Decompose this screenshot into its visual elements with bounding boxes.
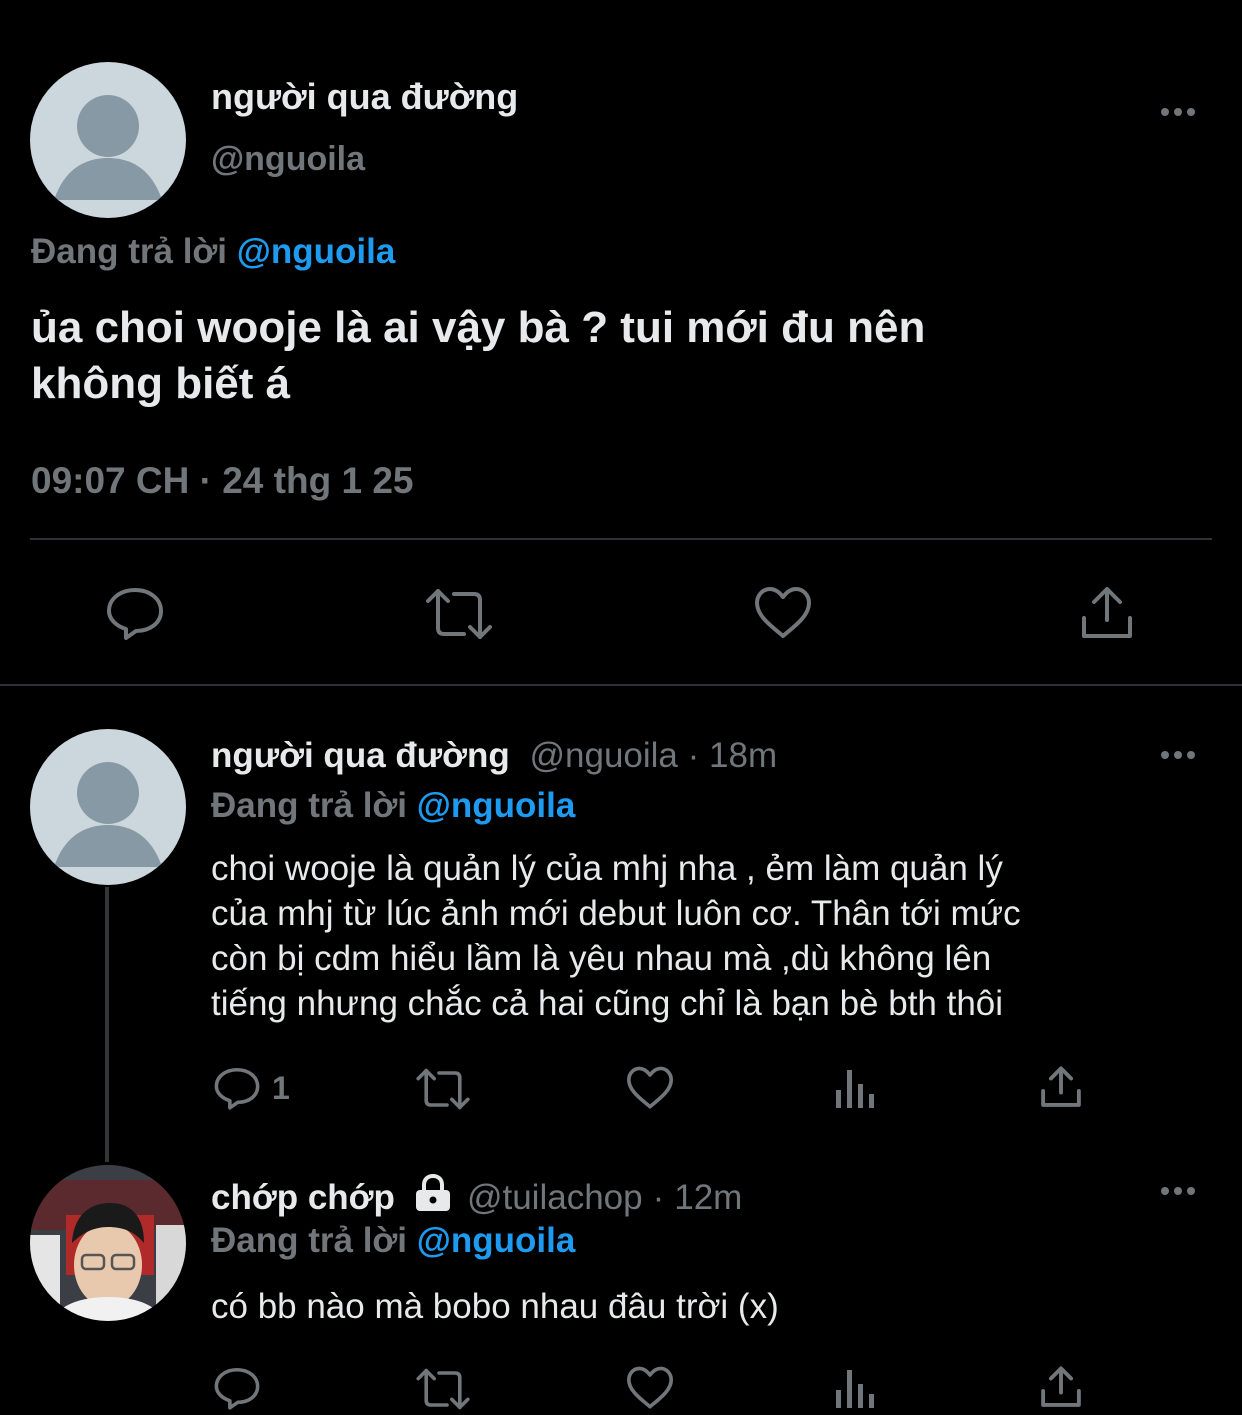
reply-to-link[interactable]: @nguoila [417, 786, 576, 825]
like-icon[interactable] [626, 1066, 674, 1110]
tweet-text: choi wooje là quản lý của mhj nha , ẻm l… [211, 846, 1021, 1026]
tweet-text-line: không biết á [31, 359, 291, 408]
tweet-text: có bb nào mà bobo nhau đâu trời (x) [211, 1287, 779, 1326]
reply-icon[interactable] [214, 1066, 260, 1110]
retweet-icon[interactable] [415, 1368, 471, 1410]
retweet-icon[interactable] [424, 588, 494, 640]
replying-to: Đang trả lời @nguoila [211, 786, 575, 826]
display-name[interactable]: người qua đường [211, 736, 510, 775]
lock-icon [413, 1173, 453, 1221]
avatar[interactable] [30, 729, 186, 885]
tweet-header: người qua đường @nguoila · 18m [211, 736, 777, 776]
more-icon[interactable] [1161, 1187, 1195, 1195]
analytics-icon[interactable] [836, 1066, 876, 1110]
more-icon[interactable] [1161, 751, 1195, 759]
reply-to-link[interactable]: @nguoila [417, 1221, 576, 1260]
handle[interactable]: @nguoila [211, 140, 365, 179]
tweet-text: ủa choi wooje là ai vậy bà ? tui mới đu … [31, 300, 925, 412]
handle[interactable]: @tuilachop [467, 1178, 643, 1218]
share-icon[interactable] [1040, 1066, 1082, 1108]
tweet-text-line: choi wooje là quản lý của mhj nha , ẻm l… [211, 849, 1003, 888]
like-icon[interactable] [754, 586, 812, 640]
replying-to: Đang trả lời @nguoila [211, 1221, 575, 1261]
divider [30, 538, 1212, 540]
reply-prefix: Đang trả lời [211, 786, 408, 825]
analytics-icon[interactable] [836, 1366, 876, 1410]
thread-line [105, 887, 109, 1162]
share-icon[interactable] [1080, 586, 1134, 640]
reply-to-link[interactable]: @nguoila [237, 232, 396, 271]
section-divider [0, 684, 1242, 686]
tweet-text-line: ủa choi wooje là ai vậy bà ? tui mới đu … [31, 303, 926, 352]
tweet-time[interactable]: 18m [709, 736, 777, 775]
display-name[interactable]: người qua đường [211, 76, 518, 118]
default-avatar-icon [54, 762, 162, 867]
retweet-icon[interactable] [415, 1068, 471, 1110]
tweet-text-line: còn bị cdm hiểu lầm là yêu nhau mà ,dù k… [211, 939, 992, 978]
like-icon[interactable] [626, 1366, 674, 1410]
tweet-header: chớp chớp @tuilachop · 12m [211, 1173, 742, 1221]
replying-to: Đang trả lời @nguoila [31, 232, 395, 272]
separator-dot: · [687, 736, 700, 775]
display-name[interactable]: chớp chớp [211, 1178, 395, 1218]
avatar[interactable] [30, 1165, 186, 1321]
tweet-text-line: của mhj từ lúc ảnh mới debut luôn cơ. Th… [211, 894, 1021, 933]
share-icon[interactable] [1040, 1366, 1082, 1408]
more-icon[interactable] [1161, 108, 1195, 116]
reply-count: 1 [272, 1070, 290, 1106]
reply-prefix: Đang trả lời [211, 1221, 408, 1260]
tweet-text-line: tiếng nhưng chắc cả hai cũng chỉ là bạn … [211, 984, 1004, 1023]
reply-icon[interactable] [214, 1366, 260, 1410]
user-photo [30, 1165, 186, 1321]
separator-dot: · [652, 1177, 665, 1217]
default-avatar-icon [54, 95, 162, 200]
reply-prefix: Đang trả lời [31, 232, 228, 271]
avatar[interactable] [30, 62, 186, 218]
reply-icon[interactable] [106, 586, 164, 640]
tweet-time[interactable]: 12m [674, 1178, 742, 1218]
handle[interactable]: @nguoila [529, 736, 677, 775]
timestamp[interactable]: 09:07 CH · 24 thg 1 25 [31, 460, 413, 502]
